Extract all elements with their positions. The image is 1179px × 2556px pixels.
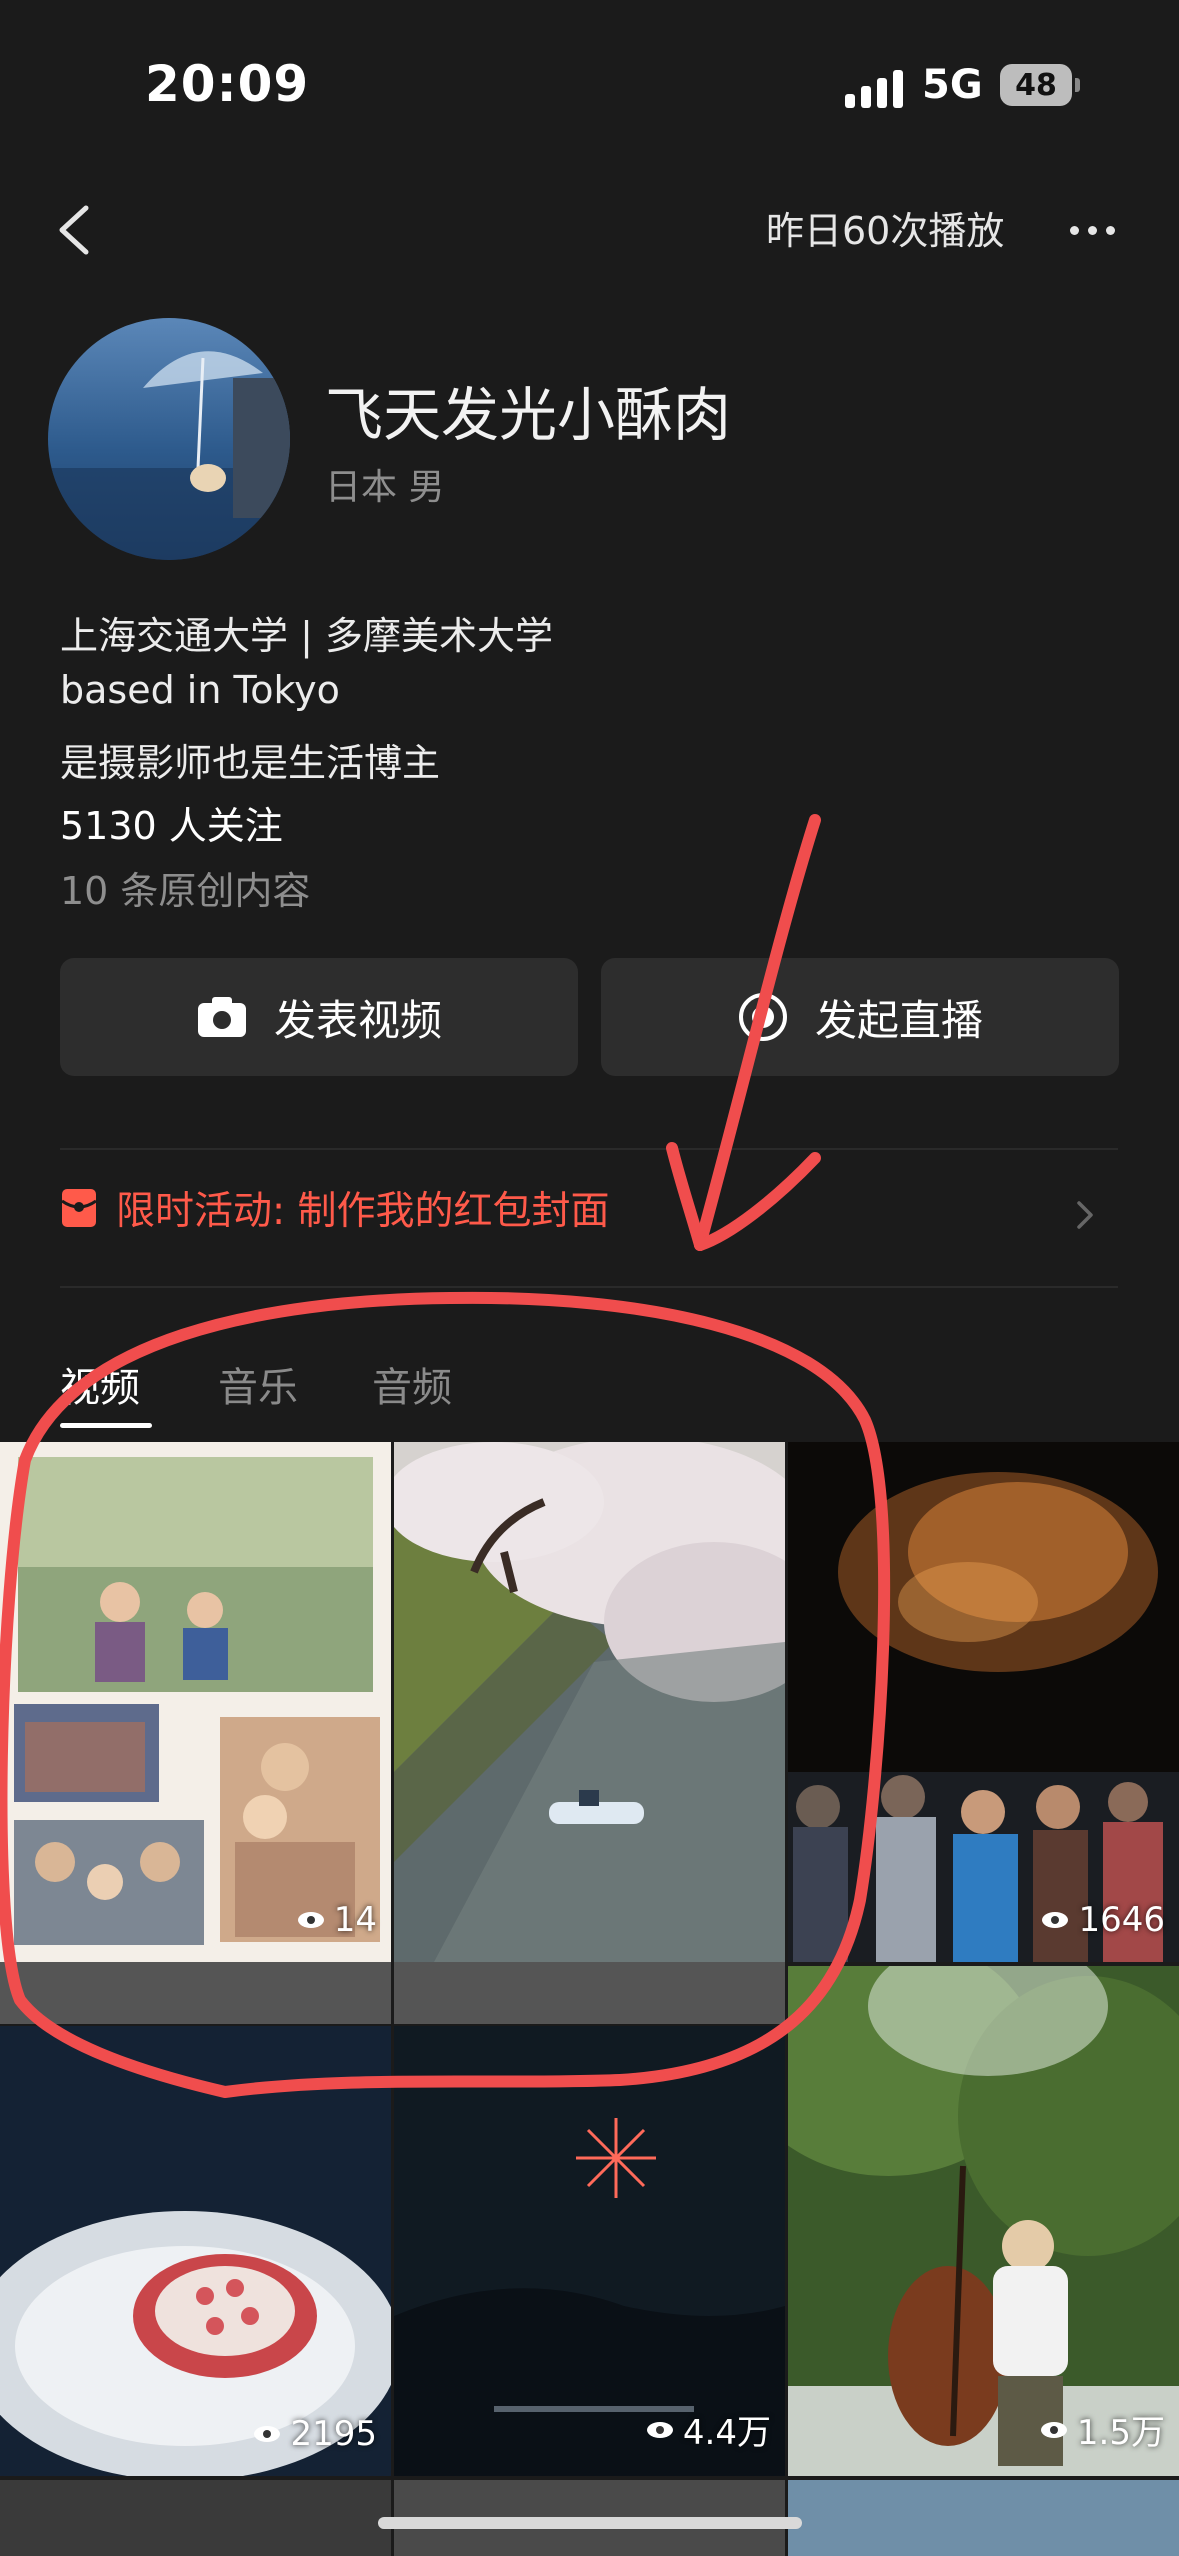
red-envelope-icon: [61, 1189, 97, 1227]
promo-text: 限时活动: 制作我的红包封面: [116, 1189, 610, 1234]
video-tile[interactable]: 4.4万: [394, 2026, 785, 2476]
tab-indicator: [60, 1423, 152, 1428]
view-count-text: 4.4万: [682, 2413, 771, 2453]
chevron-left-icon: [59, 205, 89, 255]
view-count-text: 2195: [290, 2414, 377, 2454]
bio-line: 上海交通大学 | 多摩美术大学: [60, 614, 553, 658]
more-dot: [1106, 225, 1115, 235]
battery-tip: [1075, 78, 1080, 92]
tab-audio[interactable]: 音频: [372, 1355, 452, 1413]
camera-icon: [197, 997, 246, 1037]
annotation-arrow-head: [694, 1152, 821, 1251]
tile-caption-bar: [394, 1962, 785, 2024]
battery-level: 48: [1015, 67, 1057, 103]
eye-icon: [646, 2421, 673, 2438]
signal-icon: [845, 68, 907, 108]
more-button[interactable]: [1070, 210, 1130, 250]
video-tile[interactable]: [394, 1442, 785, 1962]
go-live-button[interactable]: 发起直播: [601, 958, 1119, 1076]
more-dot: [1070, 225, 1079, 235]
post-video-button[interactable]: 发表视频: [60, 958, 578, 1076]
view-count-text: 14: [333, 1900, 377, 1940]
tab-videos[interactable]: 视频: [60, 1355, 140, 1413]
avatar-image: [48, 318, 290, 560]
video-tile-partial: [788, 2480, 1179, 2556]
eye-icon: [254, 2426, 281, 2442]
view-count: 1646: [1040, 1900, 1165, 1940]
video-tile[interactable]: 2195: [0, 2026, 391, 2476]
profile-location-gender: 日本 男: [325, 467, 445, 508]
eye-icon: [1040, 2421, 1067, 2438]
view-count-text: 1646: [1078, 1900, 1165, 1940]
video-thumbnail: [0, 1442, 391, 1962]
video-tile[interactable]: 1646: [788, 1442, 1179, 1962]
profile-name: 飞天发光小酥肉: [325, 381, 732, 449]
home-indicator: [378, 2517, 802, 2529]
tab-music[interactable]: 音乐: [218, 1355, 298, 1413]
video-tile[interactable]: 14: [0, 1442, 391, 1962]
divider: [60, 1148, 1118, 1150]
bio-line: 是摄影师也是生活博主: [60, 741, 441, 785]
bio-line: based in Tokyo: [60, 668, 340, 712]
post-video-label: 发表视频: [273, 995, 442, 1045]
status-time: 20:09: [145, 55, 310, 113]
video-tile-partial: [0, 2480, 391, 2556]
avatar[interactable]: [48, 318, 290, 560]
video-thumbnail: [0, 2026, 391, 2476]
promo-banner[interactable]: 限时活动: 制作我的红包封面: [60, 1180, 610, 1236]
original-content-count: 10 条原创内容: [60, 869, 311, 913]
eye-icon: [297, 1912, 324, 1928]
annotation-arrow-head: [666, 1142, 706, 1251]
view-count: 1.5万: [1039, 2405, 1165, 2454]
view-count-text: 1.5万: [1076, 2413, 1165, 2453]
tile-caption-bar: [0, 1962, 391, 2024]
go-live-label: 发起直播: [814, 995, 983, 1045]
plays-count-link[interactable]: 昨日60次播放: [766, 200, 1004, 255]
battery-icon: 48: [1000, 64, 1072, 106]
back-button[interactable]: [48, 200, 108, 260]
view-count: 4.4万: [645, 2405, 771, 2454]
video-thumbnail: [788, 1966, 1179, 2476]
view-count: 14: [296, 1900, 377, 1940]
eye-icon: [1042, 1912, 1069, 1928]
followers-count[interactable]: 5130 人关注: [60, 795, 283, 850]
network-label: 5G: [922, 62, 983, 108]
live-icon: [738, 993, 787, 1041]
video-thumbnail: [394, 1442, 785, 1962]
more-dot: [1088, 225, 1097, 235]
video-thumbnail: [788, 1442, 1179, 1962]
view-count: 2195: [252, 2414, 377, 2454]
video-tile[interactable]: 1.5万: [788, 1966, 1179, 2476]
divider: [60, 1286, 1118, 1288]
chevron-right-icon: [1070, 1195, 1100, 1235]
